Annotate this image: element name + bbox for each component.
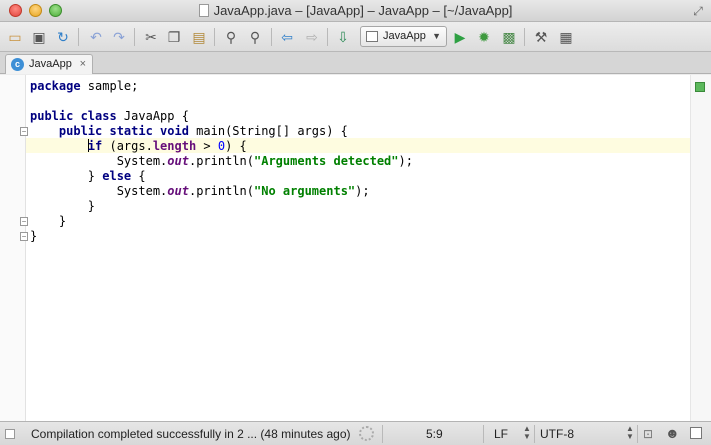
find-icon[interactable]: ⚲ xyxy=(221,27,241,47)
code-line-6: System.out.println("Arguments detected")… xyxy=(30,154,413,168)
settings-icon[interactable]: ⚒ xyxy=(531,27,551,47)
paste-icon[interactable]: ▤ xyxy=(189,27,209,47)
source-code[interactable]: package sample; public class JavaApp { p… xyxy=(30,79,413,244)
toolbar-separator xyxy=(524,28,525,46)
class-icon: c xyxy=(11,58,24,71)
debug-icon[interactable]: ✹ xyxy=(474,27,494,47)
redo-icon[interactable]: ↷ xyxy=(109,27,129,47)
fold-end-icon[interactable]: − xyxy=(20,217,28,226)
status-separator xyxy=(534,425,535,443)
fullscreen-icon[interactable]: ⤢ xyxy=(691,4,705,18)
save-all-icon[interactable]: ▣ xyxy=(29,27,49,47)
code-line-8: System.out.println("No arguments"); xyxy=(30,184,370,198)
line-separator-value[interactable]: LF xyxy=(494,427,508,441)
status-separator xyxy=(637,425,638,443)
toolbar-separator xyxy=(134,28,135,46)
replace-icon[interactable]: ⚲ xyxy=(245,27,265,47)
file-icon xyxy=(198,4,209,17)
application-icon xyxy=(366,31,378,42)
code-line-1: package sample; xyxy=(30,79,139,93)
toolbar-separator xyxy=(271,28,272,46)
editor-gutter[interactable]: − − − xyxy=(0,75,28,421)
background-tasks-icon[interactable] xyxy=(359,426,374,441)
editor-tab-bar: c JavaApp × xyxy=(0,52,711,74)
encoding-value[interactable]: UTF-8 xyxy=(540,427,574,441)
inspection-status-icon[interactable] xyxy=(695,82,705,92)
tab-label: JavaApp xyxy=(29,58,72,70)
project-structure-icon[interactable]: ▦ xyxy=(556,27,576,47)
synchronize-icon[interactable]: ↻ xyxy=(53,27,73,47)
code-line-10: } xyxy=(30,214,67,228)
fold-toggle-icon[interactable]: − xyxy=(20,127,28,136)
status-separator xyxy=(382,425,383,443)
status-message[interactable]: Compilation completed successfully in 2 … xyxy=(31,427,350,441)
close-tab-icon[interactable]: × xyxy=(80,55,86,73)
code-line-4: public static void main(String[] args) { xyxy=(58,124,348,138)
event-log-icon[interactable] xyxy=(690,427,702,439)
coverage-icon[interactable]: ▩ xyxy=(499,27,519,47)
title-bar: JavaApp.java – [JavaApp] – JavaApp – [~/… xyxy=(0,0,711,22)
back-icon[interactable]: ⇦ xyxy=(277,27,297,47)
error-stripe[interactable] xyxy=(690,75,711,421)
code-editor[interactable]: − − − package sample; public class JavaA… xyxy=(0,75,711,421)
code-line-9: } xyxy=(30,199,96,213)
code-line-3: public class JavaApp { xyxy=(30,109,189,123)
run-configuration-select[interactable]: JavaApp ▼ xyxy=(360,26,447,47)
toolbar-separator xyxy=(78,28,79,46)
main-toolbar: ▭ ▣ ↻ ↶ ↷ ✂ ❐ ▤ ⚲ ⚲ ⇦ ⇨ ⇩ JavaApp ▼ ▶ ✹ … xyxy=(0,22,711,52)
run-configuration-value: JavaApp xyxy=(383,30,426,42)
open-icon[interactable]: ▭ xyxy=(5,27,25,47)
fold-end-icon[interactable]: − xyxy=(20,232,28,241)
undo-icon[interactable]: ↶ xyxy=(86,27,106,47)
lock-icon[interactable]: ⊡ xyxy=(643,427,653,441)
cut-icon[interactable]: ✂ xyxy=(141,27,161,47)
tab-javaapp[interactable]: c JavaApp × xyxy=(5,54,93,74)
chevron-down-icon: ▼ xyxy=(432,31,441,41)
toolbar-separator xyxy=(327,28,328,46)
code-line-11: } xyxy=(30,229,38,243)
copy-icon[interactable]: ❐ xyxy=(164,27,184,47)
run-icon[interactable]: ▶ xyxy=(450,27,470,47)
hector-inspector-icon[interactable]: ☻ xyxy=(665,425,680,441)
code-line-5: if (args.length > 0) { xyxy=(87,139,247,153)
forward-icon[interactable]: ⇨ xyxy=(302,27,322,47)
status-bar: Compilation completed successfully in 2 … xyxy=(0,421,711,445)
tool-windows-toggle-icon[interactable] xyxy=(5,429,15,439)
window-title: JavaApp.java – [JavaApp] – JavaApp – [~/… xyxy=(213,3,513,18)
code-line-7: } else { xyxy=(30,169,146,183)
ide-window: JavaApp.java – [JavaApp] – JavaApp – [~/… xyxy=(0,0,711,445)
caret-position[interactable]: 5:9 xyxy=(426,427,443,441)
toolbar-separator xyxy=(214,28,215,46)
line-separator-arrows-icon: ▲ ▼ xyxy=(523,424,531,441)
window-title-container: JavaApp.java – [JavaApp] – JavaApp – [~/… xyxy=(0,3,711,18)
status-separator xyxy=(483,425,484,443)
make-project-icon[interactable]: ⇩ xyxy=(333,27,353,47)
encoding-arrows-icon: ▲ ▼ xyxy=(626,424,634,441)
